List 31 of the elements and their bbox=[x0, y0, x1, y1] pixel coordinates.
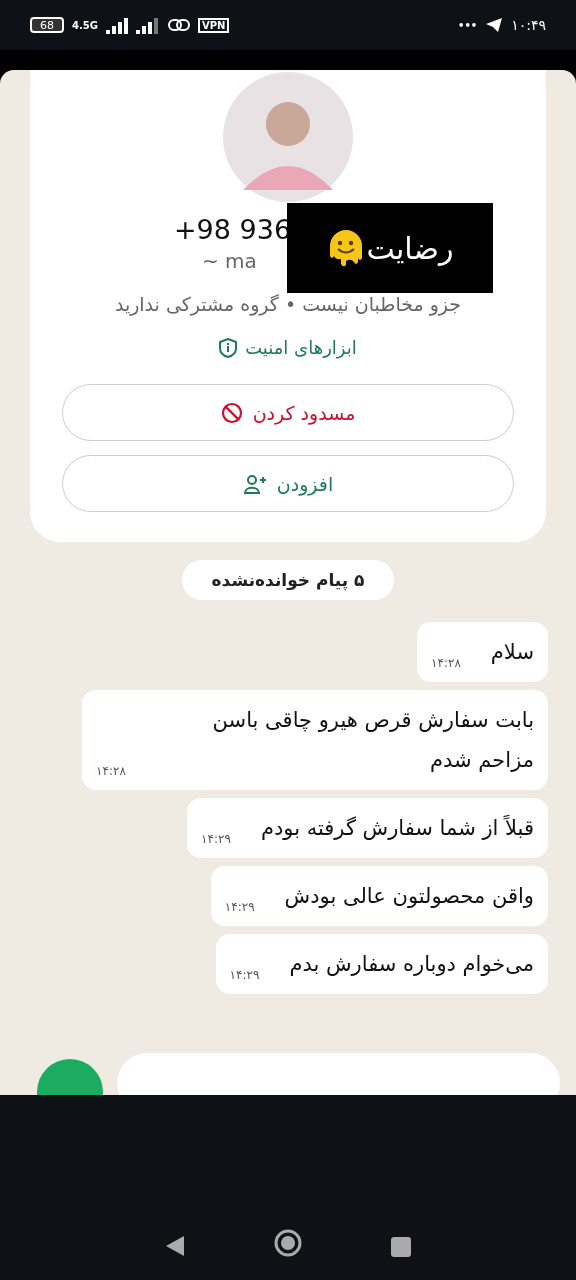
message-text: می‌خوام دوباره سفارش بدم bbox=[289, 951, 534, 978]
message-text: بابت سفارش قرص هیرو چاقی باسن مزاحم شدم bbox=[211, 707, 534, 774]
message-time: ۱۴:۲۹ bbox=[224, 900, 255, 916]
vpn-badge: VPN bbox=[197, 17, 230, 33]
add-person-icon bbox=[242, 473, 267, 494]
message-text: واقن محصولتون عالی بودش bbox=[284, 883, 534, 910]
battery-icon: 68 bbox=[30, 17, 64, 33]
home-icon[interactable] bbox=[273, 1228, 303, 1258]
clock: ۱۰:۴۹ bbox=[511, 17, 546, 33]
message-text: سلام bbox=[490, 639, 534, 666]
message-text: قبلاً از شما سفارش گرفته بودم bbox=[260, 814, 534, 842]
message-input[interactable] bbox=[117, 1053, 560, 1095]
recents-icon[interactable] bbox=[390, 1236, 413, 1258]
block-button[interactable]: مسدود کردن bbox=[62, 384, 514, 441]
block-icon bbox=[220, 401, 243, 424]
signal-icon bbox=[105, 16, 160, 34]
security-tools-link[interactable]: ابزارهای امنیت bbox=[219, 337, 357, 358]
add-contact-button[interactable]: افزودن bbox=[62, 455, 514, 512]
message-time: ۱۴:۲۸ bbox=[431, 656, 461, 672]
contact-name: ~ ma bbox=[202, 249, 257, 273]
link-icon bbox=[167, 18, 190, 32]
more-dots: ••• bbox=[458, 19, 478, 31]
overlay-text: رضایت bbox=[366, 230, 454, 266]
unread-banner: ۵ پیام خوانده‌نشده bbox=[181, 560, 395, 600]
message-time: ۱۴:۲۸ bbox=[96, 764, 126, 780]
message-time: ۱۴:۲۹ bbox=[201, 832, 231, 848]
paper-plane-icon bbox=[485, 17, 504, 33]
shield-icon bbox=[219, 337, 238, 358]
message-time: ۱۴:۲۹ bbox=[229, 968, 260, 984]
contact-status: جزو مخاطبان نیست • گروه مشترکی ندارید bbox=[114, 293, 462, 315]
network-type: 4.5G bbox=[72, 19, 98, 31]
